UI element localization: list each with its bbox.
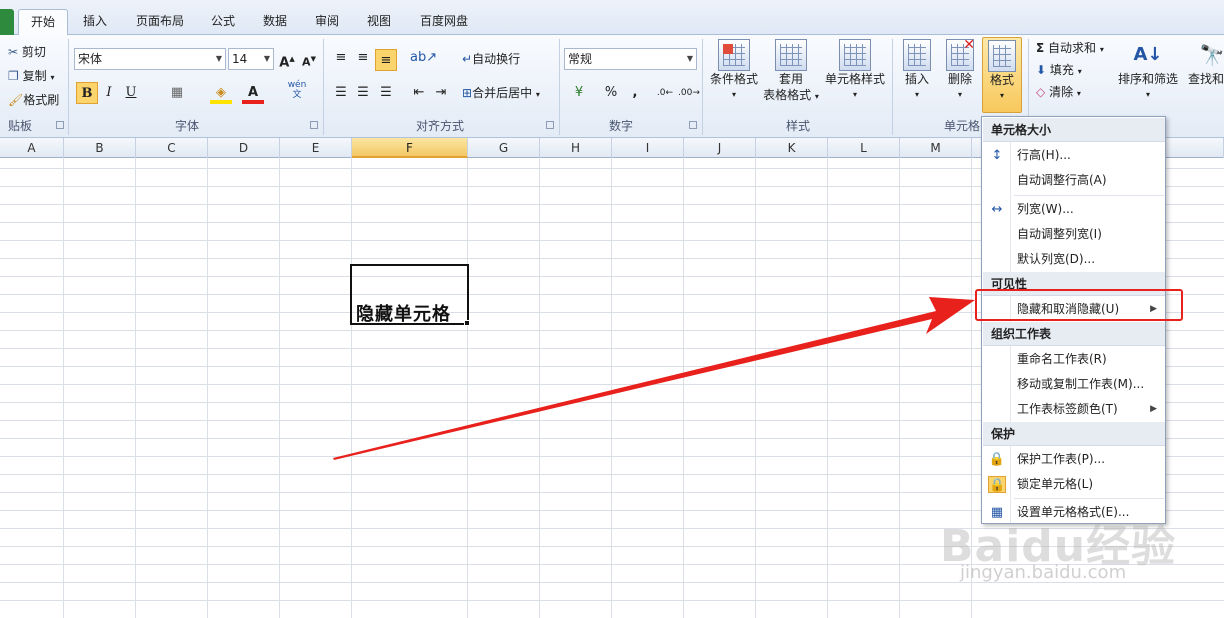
menu-separator [1014, 195, 1164, 196]
menu-item-label: 工作表标签颜色(T) [1017, 402, 1118, 416]
menu-item-protect-sheet[interactable]: 🔒 保护工作表(P)... [983, 447, 1165, 472]
submenu-arrow-icon: ▶ [1150, 404, 1157, 414]
baidu-watermark-url: jingyan.baidu.com [960, 562, 1127, 583]
menu-item-tab-color[interactable]: 工作表标签颜色(T) ▶ [983, 397, 1165, 422]
menu-item-rename-sheet[interactable]: 重命名工作表(R) [983, 347, 1165, 372]
menu-item-label: 锁定单元格(L) [1017, 477, 1094, 491]
menu-item-label: 自动调整列宽(I) [1017, 227, 1102, 241]
menu-section-organize: 组织工作表 [983, 322, 1165, 346]
menu-item-autofit-column[interactable]: 自动调整列宽(I) [983, 222, 1165, 247]
lock-sheet-icon: 🔒 [988, 452, 1006, 467]
menu-item-column-width[interactable]: ↔ 列宽(W)... [983, 197, 1165, 222]
menu-item-label: 自动调整行高(A) [1017, 173, 1107, 187]
menu-item-default-width[interactable]: 默认列宽(D)... [983, 247, 1165, 272]
menu-item-move-copy-sheet[interactable]: 移动或复制工作表(M)... [983, 372, 1165, 397]
highlight-box-annotation [975, 289, 1183, 321]
menu-section-cell-size: 单元格大小 [983, 118, 1165, 142]
menu-item-lock-cell[interactable]: 🔒 锁定单元格(L) [983, 472, 1165, 497]
menu-item-row-height[interactable]: ↕ 行高(H)... [983, 143, 1165, 168]
menu-item-label: 移动或复制工作表(M)... [1017, 377, 1145, 391]
menu-item-label: 保护工作表(P)... [1017, 452, 1106, 466]
menu-section-protect: 保护 [983, 422, 1165, 446]
lock-icon: 🔒 [988, 476, 1006, 493]
menu-item-label: 默认列宽(D)... [1017, 252, 1096, 266]
menu-item-label: 行高(H)... [1017, 148, 1071, 162]
menu-item-label: 列宽(W)... [1017, 202, 1074, 216]
menu-item-label: 重命名工作表(R) [1017, 352, 1107, 366]
column-width-icon: ↔ [991, 202, 1003, 217]
menu-separator [1014, 498, 1164, 499]
menu-item-autofit-row[interactable]: 自动调整行高(A) [983, 168, 1165, 193]
row-height-icon: ↕ [991, 148, 1003, 163]
